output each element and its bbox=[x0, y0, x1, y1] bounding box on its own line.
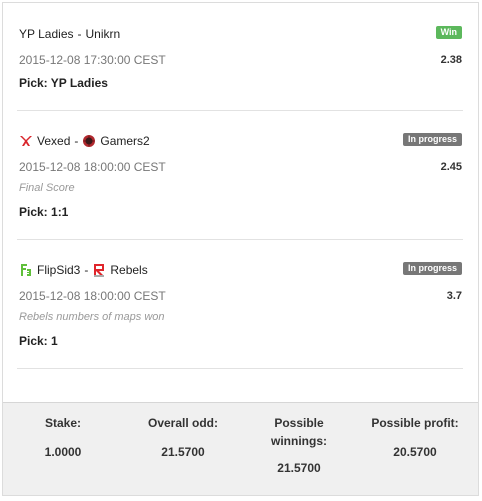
match-datetime: 2015-12-08 17:30:00 CEST bbox=[19, 53, 166, 67]
stake-label: Stake: bbox=[44, 416, 82, 430]
bet-pick: Pick: 1 bbox=[19, 334, 58, 348]
team1-name: FlipSid3 bbox=[37, 263, 81, 277]
overall-odd-value: 21.5700 bbox=[161, 445, 205, 459]
possible-winnings-value: 21.5700 bbox=[277, 461, 321, 475]
bet-pick: Pick: YP Ladies bbox=[19, 76, 108, 90]
bet-summary: Stake: 1.0000 Overall odd: 21.5700 Possi… bbox=[3, 402, 478, 495]
flipsid3-logo-icon bbox=[19, 263, 33, 277]
match-teams: Vexed - Gamers2 bbox=[19, 134, 150, 148]
status-badge: Win bbox=[435, 26, 462, 39]
rebels-logo-icon bbox=[92, 263, 106, 277]
possible-winnings-summary: Possible winnings: 21.5700 bbox=[259, 414, 339, 477]
match-datetime: 2015-12-08 18:00:00 CEST bbox=[19, 289, 166, 303]
team-separator: - bbox=[77, 27, 82, 41]
team-separator: - bbox=[74, 134, 79, 148]
overall-odd-label: Overall odd: bbox=[147, 416, 218, 430]
possible-profit-value: 20.5700 bbox=[393, 445, 437, 459]
gamers2-logo-icon bbox=[82, 134, 96, 148]
bet-pick: Pick: 1:1 bbox=[19, 205, 69, 219]
possible-profit-label: Possible profit: bbox=[371, 416, 459, 430]
possible-winnings-label-line2: winnings: bbox=[271, 434, 327, 448]
possible-profit-summary: Possible profit: 20.5700 bbox=[365, 414, 465, 461]
stake-value: 1.0000 bbox=[44, 445, 82, 459]
bet-odd: 3.7 bbox=[446, 290, 462, 302]
team2-name: Gamers2 bbox=[100, 134, 150, 148]
match-datetime: 2015-12-08 18:00:00 CEST bbox=[19, 160, 166, 174]
status-badge: In progress bbox=[402, 133, 462, 146]
team2-name: Rebels bbox=[110, 263, 148, 277]
betslip: YP Ladies - Unikrn Win 2015-12-08 17:30:… bbox=[2, 2, 479, 496]
status-badge: In progress bbox=[402, 262, 462, 275]
team-separator: - bbox=[84, 263, 89, 277]
match-teams: YP Ladies - Unikrn bbox=[19, 27, 120, 41]
overall-odd-summary: Overall odd: 21.5700 bbox=[138, 414, 228, 461]
bet-market: Rebels numbers of maps won bbox=[19, 311, 165, 323]
bet-odd: 2.45 bbox=[440, 161, 462, 173]
match-teams: FlipSid3 - Rebels bbox=[19, 263, 148, 277]
team2-name: Unikrn bbox=[85, 27, 121, 41]
possible-winnings-label-line1: Possible bbox=[274, 416, 324, 430]
team1-name: YP Ladies bbox=[19, 27, 74, 41]
team1-name: Vexed bbox=[37, 134, 71, 148]
vexed-logo-icon bbox=[19, 134, 33, 148]
bet-odd: 2.38 bbox=[440, 54, 462, 66]
bet-item: Vexed - Gamers2 In progress 2015-12-08 1… bbox=[17, 128, 463, 240]
bet-item: FlipSid3 - Rebels In progress 2015-12-08… bbox=[17, 257, 463, 369]
bet-market: Final Score bbox=[19, 182, 75, 194]
stake-summary: Stake: 1.0000 bbox=[31, 414, 95, 461]
bet-item: YP Ladies - Unikrn Win 2015-12-08 17:30:… bbox=[17, 21, 463, 111]
